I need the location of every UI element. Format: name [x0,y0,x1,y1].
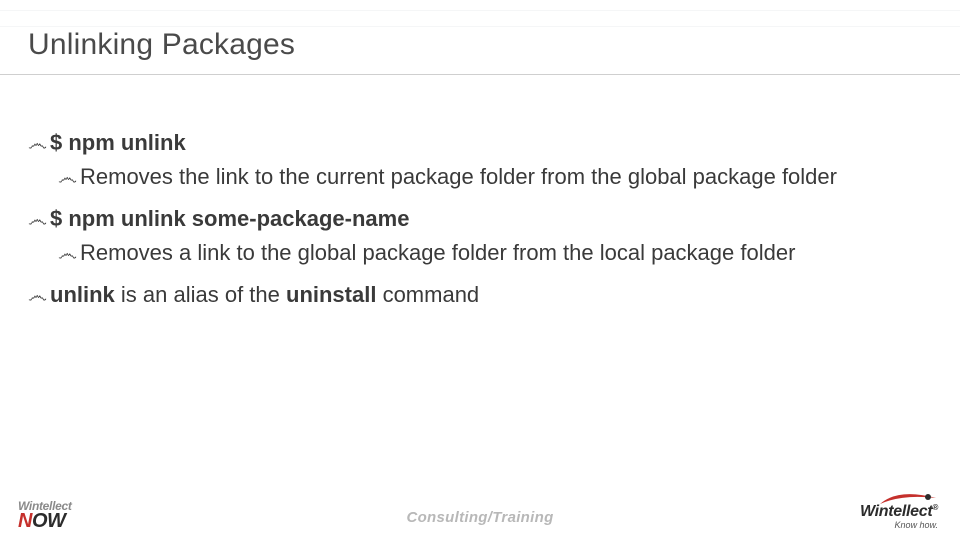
logo-left-now: NOW [18,512,72,530]
bullet-block-2: ෴$ npm unlink some-package-name ෴Removes… [28,204,912,268]
logo-wintellect: Wintellect® Know how. [860,492,938,530]
registered-mark: ® [932,503,938,512]
bullet-icon: ෴ [28,283,50,310]
logo-right-brand-text: Wintellect [860,503,932,520]
logo-right-brand: Wintellect® [860,503,938,520]
slide-body: ෴$ npm unlink ෴Removes the link to the c… [28,128,912,314]
bullet-2-desc-text: Removes a link to the global package fol… [80,240,795,265]
alias-post-text: command [376,282,479,307]
bullet-icon: ෴ [58,165,80,192]
logo-right-tagline: Know how. [860,521,938,530]
bullet-2-description: ෴Removes a link to the global package fo… [28,238,912,268]
bullet-block-1: ෴$ npm unlink ෴Removes the link to the c… [28,128,912,192]
title-underline [0,74,960,75]
bullet-1-cmd-text: $ npm unlink [50,130,186,155]
bullet-2-cmd-text: $ npm unlink some-package-name [50,206,409,231]
bullet-icon: ෴ [58,241,80,268]
bullet-1-description: ෴Removes the link to the current package… [28,162,912,192]
bullet-2-command: ෴$ npm unlink some-package-name [28,204,912,234]
alias-unlink-word: unlink [50,282,115,307]
bullet-3-alias-note: ෴unlink is an alias of the uninstall com… [28,280,912,310]
bullet-1-desc-text: Removes the link to the current package … [80,164,837,189]
footer: Wintellect NOW Consulting/Training Winte… [0,488,960,540]
slide-title: Unlinking Packages [28,28,295,62]
bullet-icon: ෴ [28,131,50,158]
logo-wintellect-now: Wintellect NOW [18,501,72,530]
bullet-1-command: ෴$ npm unlink [28,128,912,158]
bullet-icon: ෴ [28,207,50,234]
footer-center-text: Consulting/Training [406,509,553,526]
alias-mid-text: is an alias of the [115,282,286,307]
alias-uninstall-word: uninstall [286,282,376,307]
